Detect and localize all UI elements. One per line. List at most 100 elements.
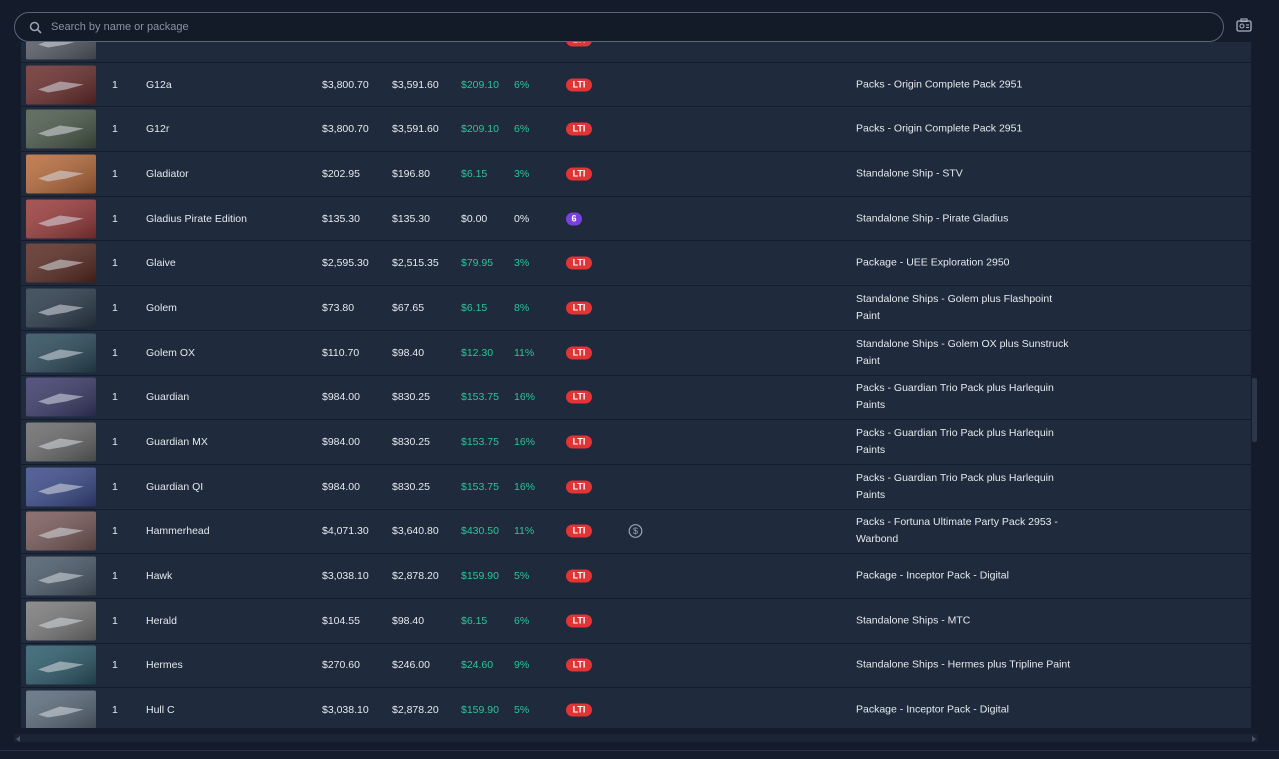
scroll-left-icon[interactable] <box>16 736 20 742</box>
bottom-bar <box>0 750 1279 759</box>
pledge-source: Packs - Guardian Trio Pack plus Harlequi… <box>856 382 1054 412</box>
ship-thumbnail <box>26 422 96 462</box>
quantity: 1 <box>112 123 118 136</box>
screenshot-button[interactable] <box>1234 17 1254 37</box>
price-difference: $24.60 <box>461 659 494 672</box>
pledge-source: Packs - Fortuna Ultimate Party Pack 2953… <box>856 516 1058 546</box>
melt-value: $135.30 <box>392 212 430 225</box>
quantity: 1 <box>112 570 118 583</box>
insurance-badge: LTI <box>566 614 592 628</box>
table-row[interactable]: 1 Guardian $984.00 $830.25 $153.75 16% L… <box>21 375 1251 421</box>
insurance-badge: LTI <box>566 435 592 449</box>
ship-name: Hull C <box>146 704 175 717</box>
scroll-right-icon[interactable] <box>1252 736 1256 742</box>
ship-image-icon <box>26 377 96 417</box>
pledge-source: Package - Inceptor Pack - Digital <box>856 569 1009 582</box>
pledge-price: $135.30 <box>322 212 360 225</box>
search-input[interactable] <box>51 21 1223 33</box>
table-row[interactable]: LTI <box>21 42 1251 63</box>
dollar-coin-icon: $ <box>628 524 643 539</box>
table-row[interactable]: 1 G12a $3,800.70 $3,591.60 $209.10 6% LT… <box>21 62 1251 108</box>
pledge-source: Package - Inceptor Pack - Digital <box>856 703 1009 716</box>
pledge-price: $270.60 <box>322 659 360 672</box>
ship-name: Guardian QI <box>146 480 204 493</box>
ship-name: Hawk <box>146 570 173 583</box>
table-row[interactable]: 1 Gladius Pirate Edition $135.30 $135.30… <box>21 196 1251 242</box>
quantity: 1 <box>112 346 118 359</box>
vertical-scrollbar[interactable] <box>1252 42 1258 728</box>
table-row[interactable]: 1 Golem $73.80 $67.65 $6.15 8% LTI Stand… <box>21 286 1251 331</box>
quantity: 1 <box>112 525 118 538</box>
table-row[interactable]: 1 Golem OX $110.70 $98.40 $12.30 11% LTI… <box>21 330 1251 376</box>
insurance-badge: LTI <box>566 703 592 717</box>
price-difference-percent: 11% <box>514 525 535 538</box>
table-row[interactable]: 1 Guardian MX $984.00 $830.25 $153.75 16… <box>21 420 1251 465</box>
price-difference-percent: 3% <box>514 167 530 180</box>
ship-image-icon <box>26 243 96 283</box>
quantity: 1 <box>112 78 118 91</box>
price-difference-percent: 0% <box>514 212 530 225</box>
price-difference: $153.75 <box>461 480 499 493</box>
pledge-source: Package - UEE Exploration 2950 <box>856 256 1010 269</box>
price-difference: $6.15 <box>461 614 488 627</box>
ship-thumbnail <box>26 109 96 149</box>
pledge-price: $984.00 <box>322 480 360 493</box>
horizontal-scrollbar[interactable] <box>14 734 1258 742</box>
pledge-price: $3,038.10 <box>322 570 369 583</box>
table-row[interactable]: 1 Hermes $270.60 $246.00 $24.60 9% LTI S… <box>21 643 1251 689</box>
price-difference: $79.95 <box>461 257 494 270</box>
ship-image-icon <box>26 65 96 105</box>
price-difference: $159.90 <box>461 570 499 583</box>
insurance-badge: LTI <box>566 658 592 672</box>
price-difference-percent: 16% <box>514 391 536 404</box>
ship-image-icon <box>26 556 96 596</box>
ship-image-icon <box>26 42 96 60</box>
price-difference-percent: 5% <box>514 570 530 583</box>
melt-value: $67.65 <box>392 301 425 314</box>
insurance-badge: LTI <box>566 480 592 494</box>
svg-text:$: $ <box>633 527 638 537</box>
ship-name: G12r <box>146 123 170 136</box>
ship-name: Guardian MX <box>146 436 208 449</box>
price-difference: $209.10 <box>461 78 499 91</box>
table-row[interactable]: 1 Gladiator $202.95 $196.80 $6.15 3% LTI… <box>21 152 1251 197</box>
ship-name: Golem OX <box>146 346 196 359</box>
pledge-price: $73.80 <box>322 301 355 314</box>
pledge-price: $3,800.70 <box>322 78 369 91</box>
price-difference-percent: 16% <box>514 480 536 493</box>
pledge-source: Packs - Guardian Trio Pack plus Harlequi… <box>856 471 1054 501</box>
insurance-badge: LTI <box>566 256 592 270</box>
quantity: 1 <box>112 167 118 180</box>
pledge-price: $110.70 <box>322 346 360 359</box>
ship-thumbnail <box>26 154 96 194</box>
insurance-badge: LTI <box>566 569 592 583</box>
melt-value: $98.40 <box>392 346 425 359</box>
ship-image-icon <box>26 288 96 328</box>
table-row[interactable]: 1 Herald $104.55 $98.40 $6.15 6% LTI Sta… <box>21 598 1251 644</box>
quantity: 1 <box>112 704 118 717</box>
table-row[interactable]: 1 Hammerhead $4,071.30 $3,640.80 $430.50… <box>21 509 1251 555</box>
pledge-price: $984.00 <box>322 436 360 449</box>
melt-value: $830.25 <box>392 391 430 404</box>
melt-value: $2,515.35 <box>392 257 439 270</box>
ship-thumbnail <box>26 65 96 105</box>
search-bar[interactable] <box>14 12 1224 42</box>
ship-thumbnail <box>26 42 96 60</box>
ship-image-icon <box>26 690 96 728</box>
pledge-source: Standalone Ships - Hermes plus Tripline … <box>856 658 1071 671</box>
table-row[interactable]: 1 Hull C $3,038.10 $2,878.20 $159.90 5% … <box>21 688 1251 728</box>
ship-name: Guardian <box>146 391 190 404</box>
ship-image-icon <box>26 645 96 685</box>
table-row[interactable]: 1 Glaive $2,595.30 $2,515.35 $79.95 3% L… <box>21 241 1251 287</box>
insurance-badge: LTI <box>566 167 592 181</box>
insurance-badge: LTI <box>566 122 592 136</box>
table-row[interactable]: 1 G12r $3,800.70 $3,591.60 $209.10 6% LT… <box>21 107 1251 153</box>
price-difference: $430.50 <box>461 525 499 538</box>
price-difference: $6.15 <box>461 301 488 314</box>
table-row[interactable]: 1 Guardian QI $984.00 $830.25 $153.75 16… <box>21 464 1251 510</box>
table-row[interactable]: 1 Hawk $3,038.10 $2,878.20 $159.90 5% LT… <box>21 554 1251 599</box>
pledge-price: $3,038.10 <box>322 704 369 717</box>
insurance-badge: 6 <box>566 212 582 226</box>
insurance-badge: LTI <box>566 390 592 404</box>
vertical-scrollbar-thumb[interactable] <box>1252 378 1257 442</box>
